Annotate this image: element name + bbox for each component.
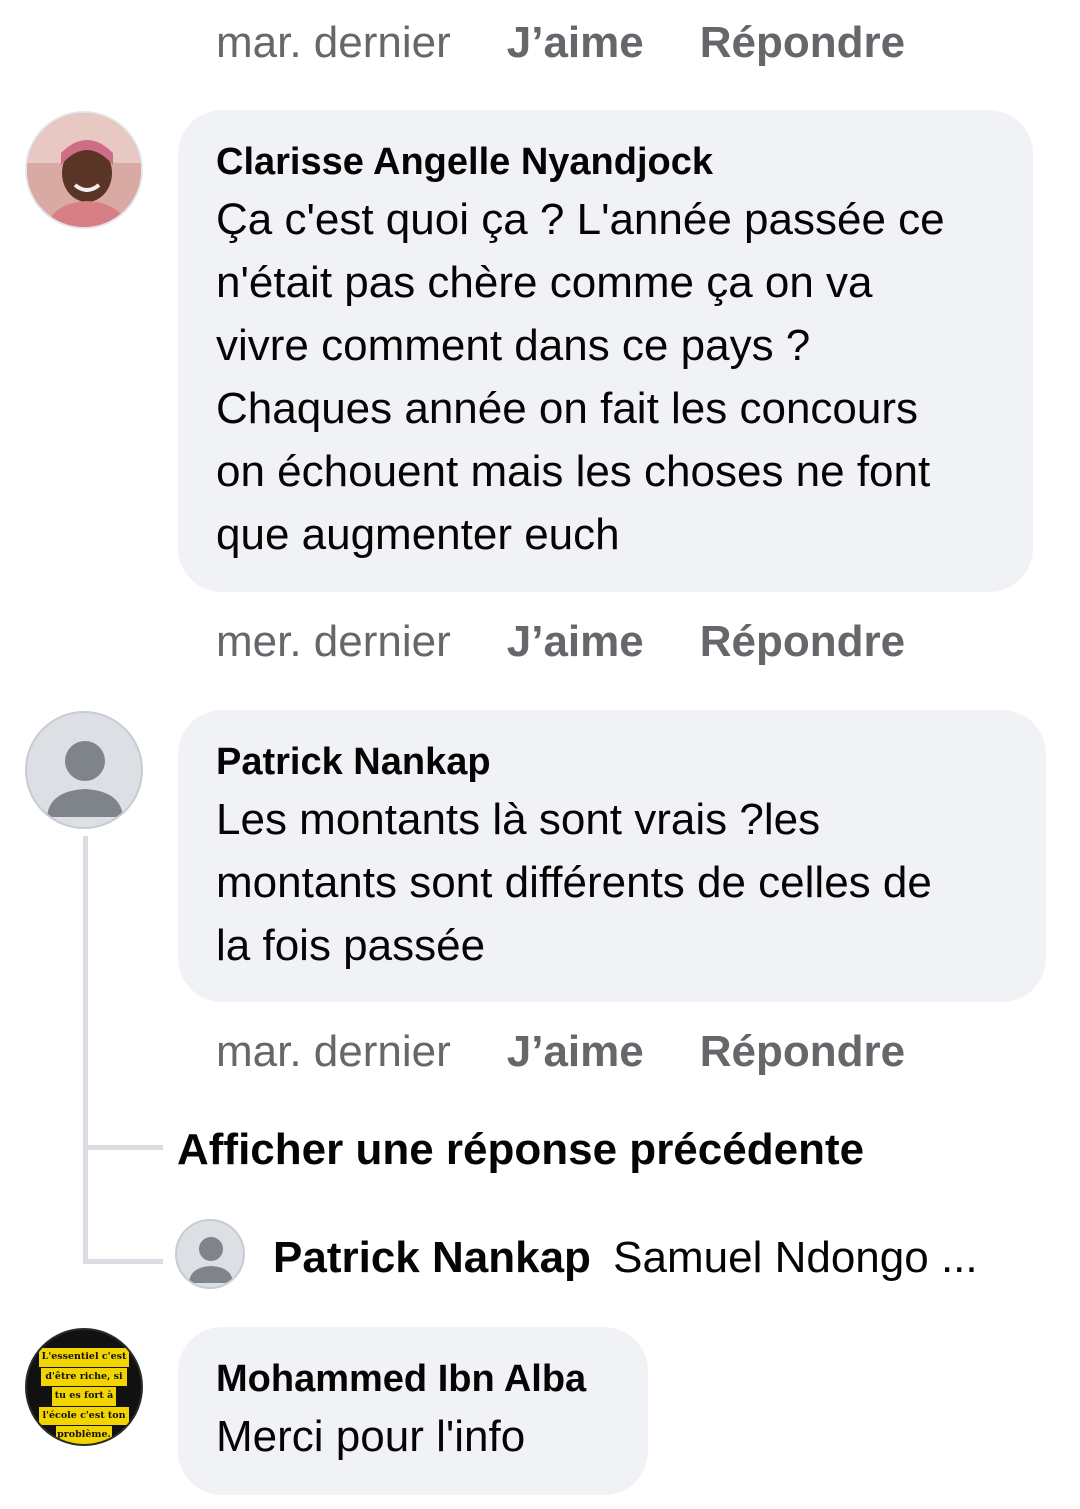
comment-text: Les montants là sont vrais ?les montants…: [216, 788, 1008, 977]
reply-button[interactable]: Répondre: [700, 617, 905, 667]
avatar[interactable]: [25, 111, 143, 229]
like-button[interactable]: J’aime: [507, 18, 644, 68]
comment-bubble: Clarisse Angelle Nyandjock Ça c'est quoi…: [178, 110, 1033, 592]
like-button[interactable]: J’aime: [507, 1027, 644, 1077]
reply-author[interactable]: Patrick Nankap: [273, 1233, 591, 1282]
like-button[interactable]: J’aime: [507, 617, 644, 667]
comment-line: vivre comment dans ce pays ?: [216, 321, 811, 370]
comment-bubble: Patrick Nankap Les montants là sont vrai…: [178, 710, 1046, 1002]
comment-line: Ça c'est quoi ça ? L'année passée ce: [216, 195, 945, 244]
comment-line: n'était pas chère comme ça on va: [216, 258, 873, 307]
reply-preview[interactable]: Patrick Nankap Samuel Ndongo ...: [273, 1230, 978, 1286]
thread-line: [83, 836, 88, 1264]
comment-actions: mar. dernier J’aime Répondre: [216, 13, 905, 73]
reply-snippet: Samuel Ndongo ...: [613, 1233, 978, 1282]
avatar[interactable]: [25, 711, 143, 829]
default-profile-icon: [47, 741, 123, 817]
comment-actions: mar. dernier J’aime Répondre: [216, 1022, 905, 1082]
comment-line: la fois passée: [216, 921, 486, 970]
avatar-quote-text: L'essentiel c'est d'être riche, si tu es…: [37, 1348, 131, 1444]
reply-button[interactable]: Répondre: [700, 18, 905, 68]
comment-line: Chaques année on fait les concours: [216, 384, 919, 433]
show-previous-replies-link[interactable]: Afficher une réponse précédente: [177, 1122, 864, 1178]
comment-text: Ça c'est quoi ça ? L'année passée ce n'é…: [216, 188, 995, 566]
comment-line: que augmenter euch: [216, 510, 620, 559]
comment-author[interactable]: Clarisse Angelle Nyandjock: [216, 140, 995, 184]
comment-text: Merci pour l'info: [216, 1405, 610, 1468]
avatar[interactable]: L'essentiel c'est d'être riche, si tu es…: [25, 1328, 143, 1446]
comment-author[interactable]: Mohammed Ibn Alba: [216, 1357, 610, 1401]
profile-photo-icon: [27, 113, 141, 227]
thread-connector: [83, 1145, 163, 1150]
comment-timestamp: mar. dernier: [216, 18, 451, 67]
comment-line: on échouent mais les choses ne font: [216, 447, 931, 496]
comment-line: montants sont différents de celles de: [216, 858, 932, 907]
comment-line: Merci pour l'info: [216, 1412, 526, 1461]
comment-bubble: Mohammed Ibn Alba Merci pour l'info: [178, 1327, 648, 1495]
comment-line: Les montants là sont vrais ?les: [216, 795, 821, 844]
comment-timestamp: mer. dernier: [216, 617, 451, 666]
comment-author[interactable]: Patrick Nankap: [216, 740, 1008, 784]
reply-avatar[interactable]: [175, 1219, 245, 1289]
reply-button[interactable]: Répondre: [700, 1027, 905, 1077]
default-profile-icon: [189, 1237, 233, 1283]
comment-timestamp: mar. dernier: [216, 1027, 451, 1076]
comment-actions: mer. dernier J’aime Répondre: [216, 612, 905, 672]
thread-connector: [83, 1259, 163, 1264]
